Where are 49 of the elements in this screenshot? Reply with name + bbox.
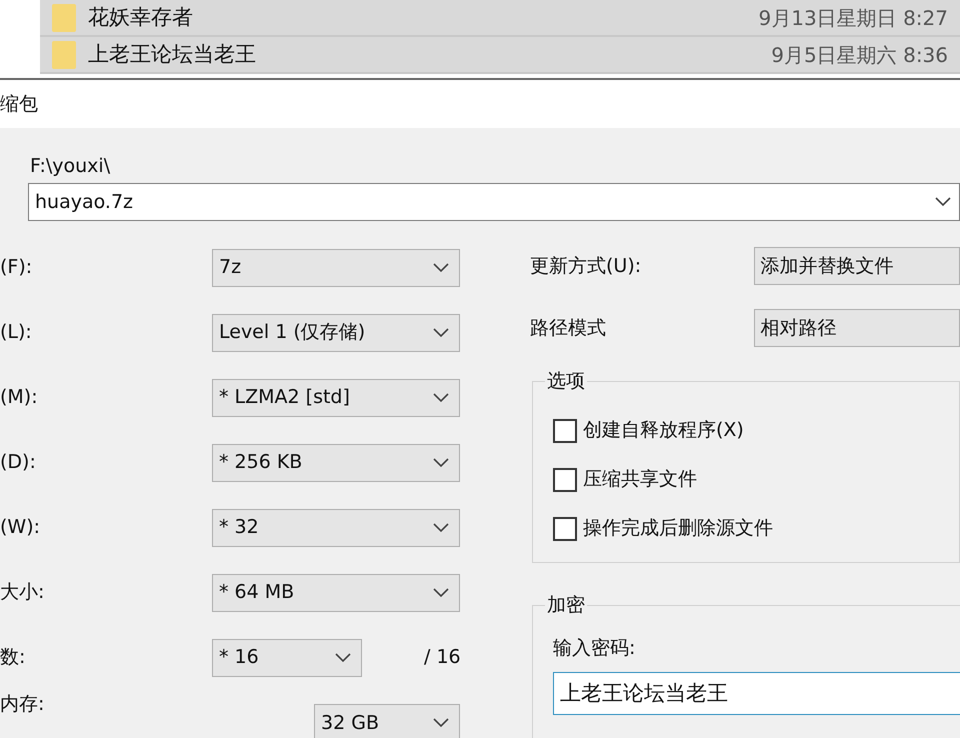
file-name: 花妖幸存者 xyxy=(88,4,193,31)
checkbox-label: 操作完成后删除源文件 xyxy=(583,516,773,542)
checkbox[interactable] xyxy=(553,418,577,442)
field-label: (W): xyxy=(0,516,40,538)
dropdown[interactable]: * 256 KB xyxy=(212,444,460,482)
dropdown[interactable]: 添加并替换文件 xyxy=(754,247,960,285)
dropdown[interactable]: * 16 xyxy=(212,638,362,676)
file-name: 上老王论坛当老王 xyxy=(88,40,256,68)
archive-name-field[interactable]: huayao.7z xyxy=(28,183,960,221)
field-label: (M): xyxy=(0,386,38,408)
checkbox[interactable] xyxy=(553,516,577,540)
chevron-down-icon xyxy=(433,262,449,272)
field-label: 更新方式(U): xyxy=(530,254,642,277)
window-title: 缩包 xyxy=(0,92,38,117)
chevron-down-icon xyxy=(935,197,951,207)
chevron-down-icon xyxy=(433,718,449,728)
dropdown[interactable]: * 32 xyxy=(212,508,460,546)
path-label: F:\youxi\ xyxy=(30,154,110,180)
chevron-down-icon xyxy=(433,522,449,532)
field-label: (L): xyxy=(0,321,32,344)
file-date: 9月13日星期日 8:27 xyxy=(758,4,948,32)
file-row[interactable]: 上老王论坛当老王 9月5日星期六 8:36 xyxy=(40,37,960,74)
max-value-label: / 16 xyxy=(424,645,461,670)
dropdown[interactable]: * LZMA2 [std] xyxy=(212,378,460,416)
file-row[interactable]: 花妖幸存者 9月13日星期日 8:27 xyxy=(40,0,960,37)
field-label: (F): xyxy=(0,256,32,278)
dropdown[interactable]: 相对路径 xyxy=(754,309,960,347)
chevron-down-icon xyxy=(433,588,449,598)
dropdown[interactable]: * 64 MB xyxy=(212,574,460,612)
field-label: 路径模式 xyxy=(530,316,606,339)
checkbox[interactable] xyxy=(553,468,577,492)
field-label: 输入密码: xyxy=(553,637,636,659)
field-label: 大小: xyxy=(0,581,44,604)
chevron-down-icon xyxy=(433,458,449,468)
dropdown[interactable]: 7z xyxy=(212,248,460,286)
dropdown[interactable]: Level 1 (仅存储) xyxy=(212,314,460,352)
field-label: 内存: xyxy=(0,693,44,715)
file-date: 9月5日星期六 8:36 xyxy=(771,42,948,68)
field-label: 数: xyxy=(0,646,26,668)
chevron-down-icon xyxy=(433,392,449,402)
checkbox-label: 压缩共享文件 xyxy=(583,467,697,492)
password-field[interactable]: 上老王论坛当老王 xyxy=(553,672,960,715)
chevron-down-icon xyxy=(335,652,351,662)
field-label: (D): xyxy=(0,451,36,474)
chevron-down-icon xyxy=(433,328,449,338)
checkbox-label: 创建自释放程序(X) xyxy=(583,418,744,444)
folder-icon xyxy=(52,4,76,32)
dropdown[interactable]: 32 GB xyxy=(314,704,460,738)
folder-icon xyxy=(52,40,76,68)
